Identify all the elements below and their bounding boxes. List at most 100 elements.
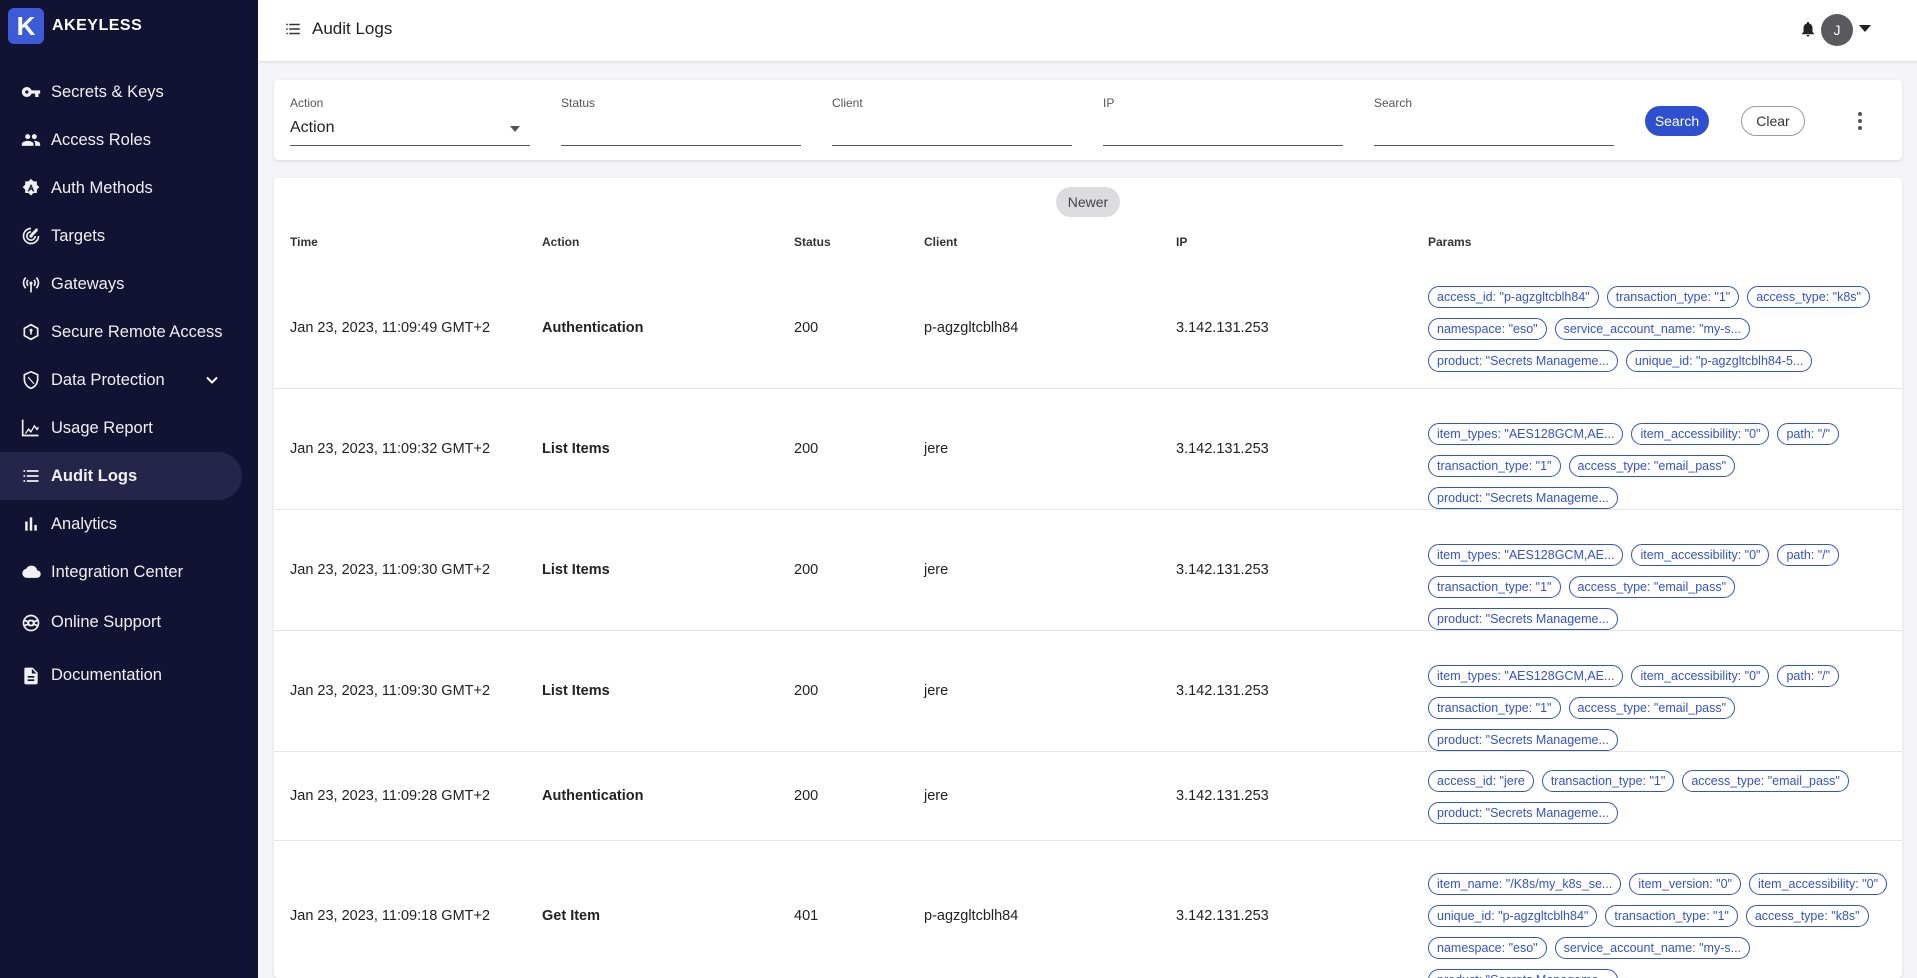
param-chip[interactable]: product: "Secrets Manageme... <box>1428 802 1618 824</box>
search-input[interactable]: Search <box>1374 96 1614 146</box>
page-title-text: Audit Logs <box>312 19 393 38</box>
param-chip[interactable]: transaction_type: "1" <box>1605 905 1738 927</box>
cell-status: 200 <box>794 788 819 804</box>
param-chip[interactable]: item_accessibility: "0" <box>1631 665 1770 687</box>
param-chip[interactable]: path: "/" <box>1777 665 1840 687</box>
table-header: Time Action Status Client IP Params <box>274 235 1902 259</box>
sidebar-item-audit-logs[interactable]: Audit Logs <box>0 452 242 500</box>
audit-log-table: Newer Time Action Status Client IP Param… <box>274 178 1902 978</box>
param-chip[interactable]: namespace: "eso" <box>1428 937 1547 959</box>
param-chip[interactable]: access_id: "p-agzgltcblh84" <box>1428 286 1599 308</box>
param-chip[interactable]: transaction_type: "1" <box>1606 286 1740 308</box>
param-chip[interactable]: path: "/" <box>1777 423 1840 445</box>
list-icon <box>20 465 42 487</box>
param-chip[interactable]: item_accessibility: "0" <box>1631 544 1770 566</box>
param-chip[interactable]: access_type: "k8s" <box>1747 286 1870 308</box>
param-chip[interactable]: item_accessibility: "0" <box>1631 423 1770 445</box>
more-vert-icon[interactable] <box>1857 110 1863 132</box>
cell-time: Jan 23, 2023, 11:09:32 GMT+2 <box>290 441 491 457</box>
sidebar-item-documentation[interactable]: Documentation <box>0 649 258 702</box>
brand-logo[interactable]: K AKEYLESS <box>8 8 142 44</box>
list-icon <box>286 23 300 35</box>
sidebar-item-secrets-keys[interactable]: Secrets & Keys <box>0 68 258 116</box>
ip-field[interactable]: IP <box>1103 96 1343 146</box>
param-chip[interactable]: product: "Secrets Manageme... <box>1428 608 1618 630</box>
cell-status: 200 <box>794 683 819 699</box>
ip-filter-label: IP <box>1103 96 1115 110</box>
column-header-action[interactable]: Action <box>542 235 579 249</box>
notification-bell-icon[interactable] <box>1799 20 1817 38</box>
param-chip[interactable]: item_accessibility: "0" <box>1748 873 1888 895</box>
chevron-down-icon[interactable] <box>202 370 222 390</box>
params-list: access_id: "jere transaction_type: "1" acc… <box>1428 770 1898 824</box>
param-chip[interactable]: service_account_name: "my-s... <box>1554 318 1751 340</box>
sidebar-item-online-support[interactable]: Online Support <box>0 596 258 649</box>
param-chip[interactable]: item_types: "AES128GCM,AE... <box>1428 544 1624 566</box>
param-chip[interactable]: access_type: "email_pass" <box>1568 455 1736 477</box>
column-header-status[interactable]: Status <box>794 235 831 249</box>
search-button[interactable]: Search <box>1645 106 1709 136</box>
cell-ip: 3.142.131.253 <box>1176 907 1269 924</box>
support-icon <box>20 612 42 634</box>
sidebar-item-access-roles[interactable]: Access Roles <box>0 116 258 164</box>
sidebar-item-usage-report[interactable]: Usage Report <box>0 404 258 452</box>
table-row[interactable]: Jan 23, 2023, 11:09:28 GMT+2 Authenticati… <box>274 752 1902 841</box>
caret-down-icon[interactable] <box>1859 25 1871 32</box>
param-chip[interactable]: service_account_name: "my-s... <box>1554 937 1751 959</box>
table-row[interactable]: Jan 23, 2023, 11:09:32 GMT+2 List Items 20… <box>274 389 1902 510</box>
cell-action: Authentication <box>542 320 644 336</box>
param-chip[interactable]: transaction_type: "1" <box>1541 770 1675 792</box>
column-header-client[interactable]: Client <box>924 235 957 249</box>
param-chip[interactable]: path: "/" <box>1777 544 1840 566</box>
column-header-ip[interactable]: IP <box>1176 235 1187 249</box>
cell-status: 401 <box>794 907 819 924</box>
param-chip[interactable]: product: "Secrets Manageme... <box>1428 487 1618 509</box>
param-chip[interactable]: product: "Secrets Manageme... <box>1428 969 1618 978</box>
sidebar-item-label: Analytics <box>51 514 118 533</box>
sidebar-item-label: Access Roles <box>51 130 151 149</box>
param-chip[interactable]: access_type: "k8s" <box>1745 905 1869 927</box>
sidebar-item-auth-methods[interactable]: Auth Methods <box>0 164 258 212</box>
param-chip[interactable]: product: "Secrets Manageme... <box>1428 350 1618 372</box>
table-row[interactable]: Jan 23, 2023, 11:09:18 GMT+2 Get Item 401 p… <box>274 841 1902 978</box>
table-row[interactable]: Jan 23, 2023, 11:09:49 GMT+2 Authenticati… <box>274 268 1902 389</box>
table-row[interactable]: Jan 23, 2023, 11:09:30 GMT+2 List Items 20… <box>274 510 1902 631</box>
target-icon <box>20 225 42 247</box>
sidebar-item-targets[interactable]: Targets <box>0 212 258 260</box>
client-field[interactable]: Client <box>832 96 1072 146</box>
param-chip[interactable]: transaction_type: "1" <box>1428 697 1561 719</box>
param-chip[interactable]: product: "Secrets Manageme... <box>1428 729 1618 751</box>
sidebar-item-label: Auth Methods <box>51 178 153 197</box>
cell-time: Jan 23, 2023, 11:09:18 GMT+2 <box>290 907 491 924</box>
chart-line-icon <box>20 417 42 439</box>
cell-time: Jan 23, 2023, 11:09:28 GMT+2 <box>290 788 491 804</box>
newer-button[interactable]: Newer <box>1056 187 1120 217</box>
sidebar-item-integration-center[interactable]: Integration Center <box>0 548 258 596</box>
cell-status: 200 <box>794 441 819 457</box>
user-avatar[interactable]: J <box>1821 14 1853 46</box>
status-field[interactable]: Status <box>561 96 801 146</box>
action-select[interactable]: Action Action <box>290 96 530 146</box>
column-header-params[interactable]: Params <box>1428 235 1471 249</box>
param-chip[interactable]: item_types: "AES128GCM,AE... <box>1428 423 1624 445</box>
param-chip[interactable]: transaction_type: "1" <box>1428 576 1561 598</box>
sidebar-item-secure-remote-access[interactable]: Secure Remote Access <box>0 308 258 356</box>
sidebar-item-data-protection[interactable]: Data Protection <box>0 356 258 404</box>
sidebar-item-analytics[interactable]: Analytics <box>0 500 258 548</box>
param-chip[interactable]: access_type: "email_pass" <box>1682 770 1849 792</box>
param-chip[interactable]: namespace: "eso" <box>1428 318 1547 340</box>
param-chip[interactable]: item_types: "AES128GCM,AE... <box>1428 665 1624 687</box>
clear-button[interactable]: Clear <box>1741 106 1805 136</box>
param-chip[interactable]: access_type: "email_pass" <box>1568 697 1736 719</box>
param-chip[interactable]: transaction_type: "1" <box>1428 455 1561 477</box>
param-chip[interactable]: item_version: "0" <box>1629 873 1741 895</box>
param-chip[interactable]: item_name: "/K8s/my_k8s_se... <box>1428 873 1622 895</box>
param-chip[interactable]: unique_id: "p-agzgltcblh84" <box>1428 905 1598 927</box>
param-chip[interactable]: access_type: "email_pass" <box>1568 576 1736 598</box>
param-chip[interactable]: access_id: "jere <box>1428 770 1534 792</box>
param-chip[interactable]: unique_id: "p-agzgltcblh84-5... <box>1625 350 1813 372</box>
top-header: Audit Logs J <box>258 0 1917 62</box>
sidebar-item-gateways[interactable]: Gateways <box>0 260 258 308</box>
table-row[interactable]: Jan 23, 2023, 11:09:30 GMT+2 List Items 20… <box>274 631 1902 752</box>
column-header-time[interactable]: Time <box>290 235 318 249</box>
